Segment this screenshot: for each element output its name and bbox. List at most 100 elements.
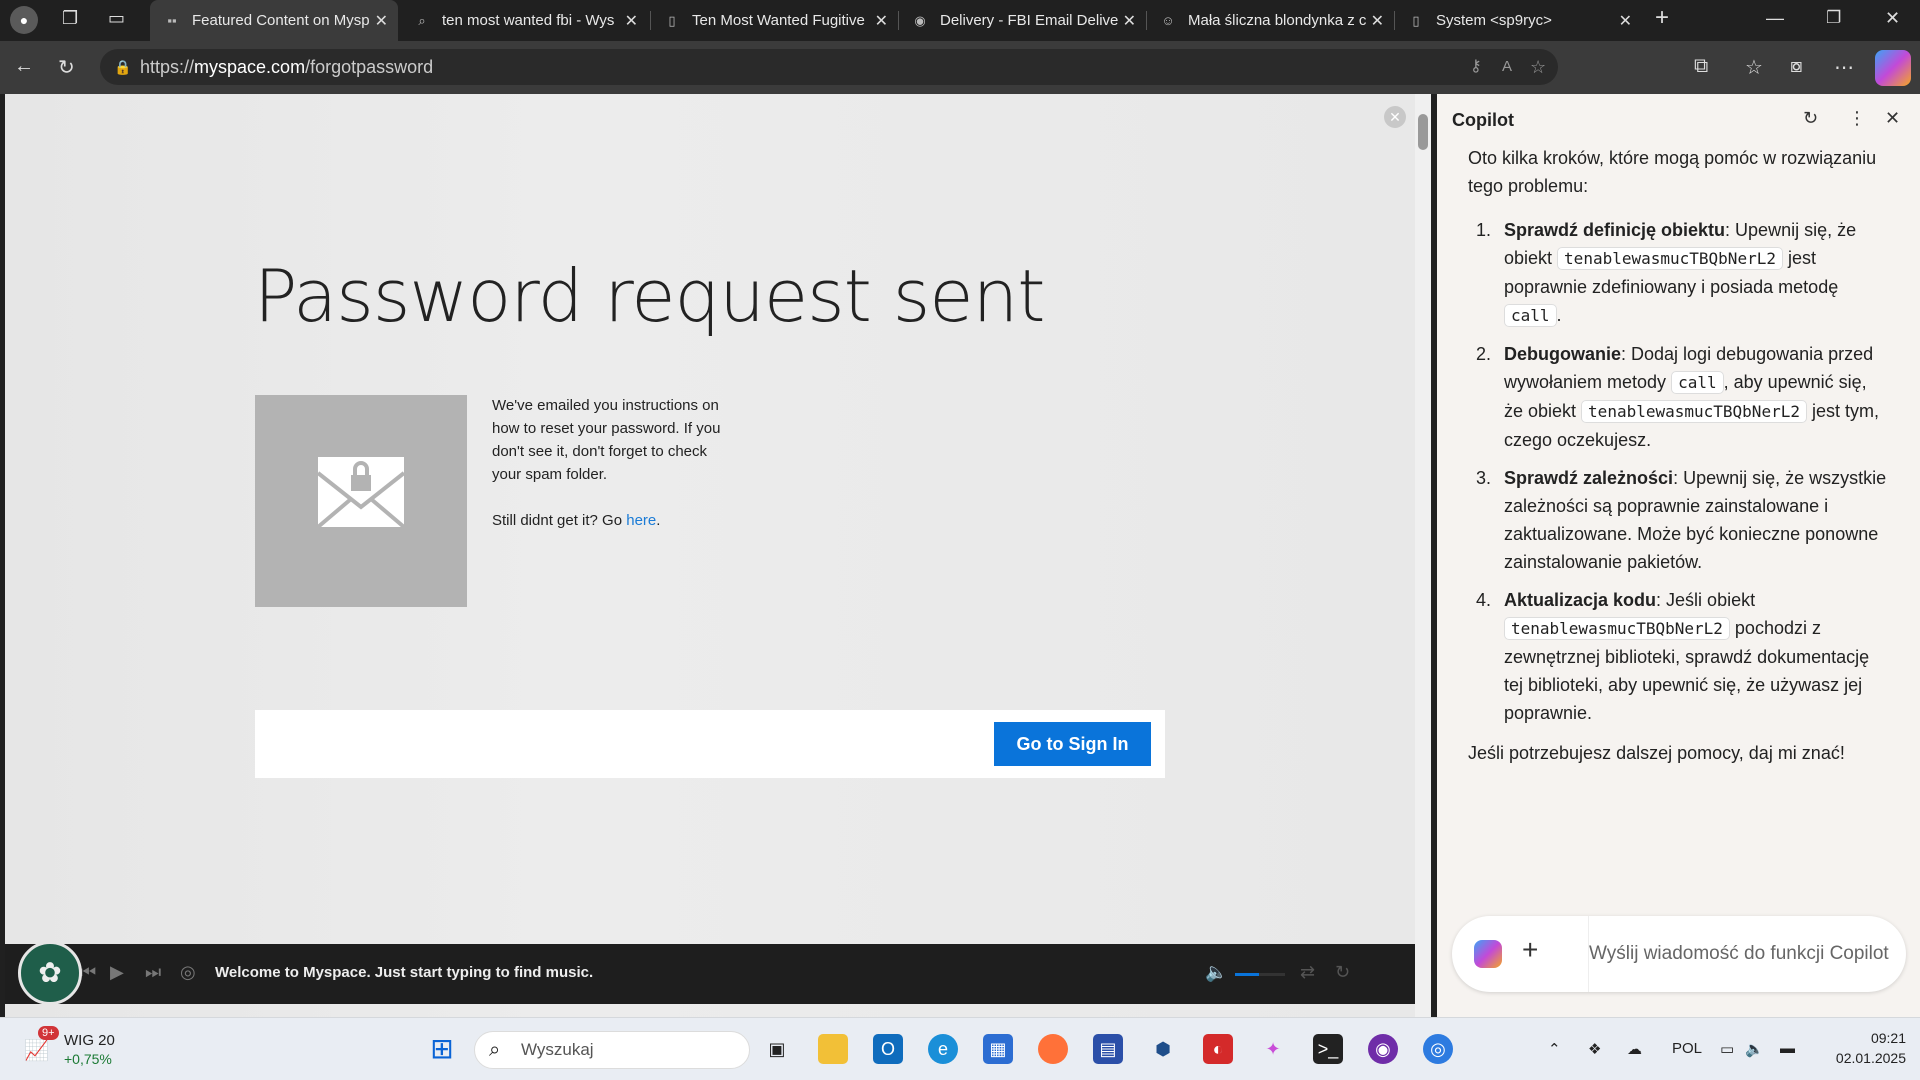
notification-badge: 9+ bbox=[38, 1026, 59, 1040]
mail-lock-image bbox=[255, 395, 467, 607]
virtualbox-icon[interactable]: ⬢ bbox=[1148, 1034, 1178, 1064]
tab-title: Featured Content on Mysp bbox=[192, 12, 370, 29]
close-tab-icon[interactable]: ✕ bbox=[1619, 11, 1632, 31]
envelope-lock-icon bbox=[316, 457, 406, 529]
steps-list: Sprawdź definicję obiektu: Upewnij się, … bbox=[1496, 216, 1888, 727]
onedrive-icon[interactable]: ☁ bbox=[1627, 1040, 1642, 1058]
windows-start-icon[interactable]: ⊞ bbox=[427, 1034, 457, 1064]
show-hidden-icons[interactable]: ⌃ bbox=[1548, 1040, 1561, 1058]
task-view-icon[interactable]: ▣ bbox=[762, 1034, 792, 1064]
instructions-text: We've emailed you instructions on how to… bbox=[492, 397, 721, 483]
copilot-message-input[interactable]: Wyślij wiadomość do funkcji Copilot bbox=[1588, 916, 1908, 992]
file-explorer-icon[interactable] bbox=[818, 1034, 848, 1064]
close-panel-icon[interactable]: ✕ bbox=[1885, 108, 1900, 129]
tab-title: Mała śliczna blondynka z c bbox=[1188, 12, 1367, 29]
dropbox-icon[interactable]: ❖ bbox=[1588, 1040, 1601, 1058]
minimize-icon[interactable]: — bbox=[1766, 8, 1784, 29]
tab-myspace[interactable]: ▪▪ Featured Content on Mysp ✕ bbox=[150, 0, 398, 41]
shield-app-icon[interactable]: ◎ bbox=[1423, 1034, 1453, 1064]
extensions-icon[interactable]: ⧉ bbox=[1694, 55, 1708, 78]
close-tab-icon[interactable]: ✕ bbox=[1123, 11, 1136, 31]
step-heading: Sprawdź zależności bbox=[1504, 468, 1674, 488]
tab-title: System <sp9ryc> bbox=[1436, 12, 1552, 29]
terminal-icon[interactable]: >_ bbox=[1313, 1034, 1343, 1064]
connect-icon[interactable]: ◎ bbox=[180, 962, 196, 983]
edge-icon[interactable]: e bbox=[928, 1034, 958, 1064]
volume-icon[interactable]: 🔈 bbox=[1205, 962, 1227, 983]
search-icon: ⌕ bbox=[418, 12, 426, 28]
cookie-settings-icon[interactable]: ✿ bbox=[18, 941, 82, 1005]
search-placeholder: Wyszukaj bbox=[521, 1040, 594, 1059]
copilot-icon[interactable] bbox=[1875, 50, 1911, 86]
stock-name: WIG 20 bbox=[64, 1032, 115, 1049]
close-tab-icon[interactable]: ✕ bbox=[375, 11, 388, 31]
copilot-logo-icon[interactable] bbox=[1474, 940, 1502, 968]
network-icon[interactable]: ▭ bbox=[1720, 1040, 1734, 1058]
page-scrollbar[interactable] bbox=[1415, 94, 1431, 1017]
close-tab-icon[interactable]: ✕ bbox=[625, 11, 638, 31]
save-app-icon[interactable]: ▤ bbox=[1093, 1034, 1123, 1064]
url-path: /forgotpassword bbox=[305, 57, 434, 77]
step-heading: Aktualizacja kodu bbox=[1504, 590, 1657, 610]
repeat-icon[interactable]: ↻ bbox=[1335, 962, 1350, 983]
red-app-icon[interactable]: ◐ bbox=[1203, 1034, 1233, 1064]
stock-widget[interactable]: 📈 9+ WIG 20 +0,75% bbox=[20, 1026, 130, 1070]
close-tab-icon[interactable]: ✕ bbox=[1371, 11, 1384, 31]
tab-ten-most-wanted[interactable]: ▯ Ten Most Wanted Fugitive ✕ bbox=[650, 0, 898, 41]
tab-title: ten most wanted fbi - Wys bbox=[442, 12, 615, 29]
clock[interactable]: 09:21 02.01.2025 bbox=[1820, 1028, 1906, 1068]
tab-system[interactable]: ▯ System <sp9ryc> ✕ bbox=[1394, 0, 1642, 41]
more-options-icon[interactable]: ⋮ bbox=[1848, 108, 1866, 129]
here-link[interactable]: here bbox=[626, 512, 656, 529]
add-attachment-icon[interactable]: + bbox=[1522, 934, 1538, 966]
go-to-sign-in-button[interactable]: Go to Sign In bbox=[994, 722, 1151, 766]
stock-chart-icon: 📈 bbox=[24, 1040, 49, 1062]
list-item: Sprawdź definicję obiektu: Upewnij się, … bbox=[1496, 216, 1888, 330]
github-icon[interactable]: ◉ bbox=[1368, 1034, 1398, 1064]
stock-change: +0,75% bbox=[64, 1051, 112, 1067]
new-tab-icon[interactable]: + bbox=[1655, 4, 1669, 32]
play-icon[interactable]: ▶ bbox=[110, 962, 124, 983]
copilot-response: Oto kilka kroków, które mogą pomóc w roz… bbox=[1468, 144, 1888, 767]
refresh-icon[interactable]: ↻ bbox=[1803, 108, 1818, 129]
outlook-icon[interactable]: O bbox=[873, 1034, 903, 1064]
close-tab-icon[interactable]: ✕ bbox=[875, 11, 888, 31]
tab-fbi-delivery[interactable]: ◉ Delivery - FBI Email Delive ✕ bbox=[898, 0, 1146, 41]
url-field[interactable]: 🔒 https://myspace.com/forgotpassword ⚷ A… bbox=[100, 49, 1558, 85]
favorites-icon[interactable]: ☆ bbox=[1745, 55, 1763, 80]
favorite-star-icon[interactable]: ☆ bbox=[1530, 49, 1546, 85]
profile-icon[interactable]: ● bbox=[10, 6, 38, 34]
previous-icon[interactable]: ⏮ bbox=[80, 962, 96, 983]
music-player: ⏮ ▶ ⏭ ◎ Welcome to Myspace. Just start t… bbox=[5, 944, 1415, 1004]
vertical-tabs-icon[interactable]: ▭ bbox=[108, 8, 125, 29]
period-text: . bbox=[656, 512, 661, 529]
fbi-seal-icon: ◉ bbox=[914, 12, 926, 28]
step-text: : Jeśli obiekt bbox=[1656, 590, 1756, 610]
tab-blondynka[interactable]: ☺ Mała śliczna blondynka z c ✕ bbox=[1146, 0, 1394, 41]
workspaces-icon[interactable]: ❐ bbox=[62, 8, 78, 29]
password-key-icon[interactable]: ⚷ bbox=[1470, 49, 1482, 85]
battery-icon[interactable]: ▬ bbox=[1780, 1040, 1795, 1057]
more-menu-icon[interactable]: ⋯ bbox=[1834, 55, 1854, 80]
url-prefix: https:// bbox=[140, 57, 195, 77]
restore-icon[interactable]: ❐ bbox=[1826, 8, 1841, 28]
volume-icon[interactable]: 🔈 bbox=[1745, 1040, 1764, 1058]
collections-icon[interactable]: ⧇ bbox=[1790, 55, 1803, 78]
firefox-icon[interactable] bbox=[1038, 1034, 1068, 1064]
copilot-header: Copilot ↻ ⋮ ✕ bbox=[1437, 94, 1920, 148]
store-icon[interactable]: ▦ bbox=[983, 1034, 1013, 1064]
taskbar-search[interactable]: ⌕ Wyszukaj bbox=[474, 1031, 750, 1069]
language-indicator[interactable]: POL bbox=[1672, 1040, 1702, 1057]
refresh-icon[interactable]: ↻ bbox=[58, 55, 75, 80]
back-icon[interactable]: ← bbox=[14, 55, 34, 78]
shuffle-icon[interactable]: ⇄ bbox=[1300, 962, 1315, 983]
volume-slider[interactable] bbox=[1235, 973, 1285, 976]
response-intro: Oto kilka kroków, które mogą pomóc w roz… bbox=[1468, 148, 1877, 196]
next-icon[interactable]: ⏭ bbox=[145, 962, 161, 983]
tab-search[interactable]: ⌕ ten most wanted fbi - Wys ✕ bbox=[400, 0, 648, 41]
close-window-icon[interactable]: ✕ bbox=[1885, 8, 1900, 29]
modal-close-icon[interactable]: ✕ bbox=[1384, 106, 1406, 128]
response-outro: Jeśli potrzebujesz dalszej pomocy, daj m… bbox=[1468, 743, 1845, 763]
git-icon[interactable]: ✦ bbox=[1258, 1034, 1288, 1064]
read-aloud-icon[interactable]: A bbox=[1502, 49, 1512, 85]
